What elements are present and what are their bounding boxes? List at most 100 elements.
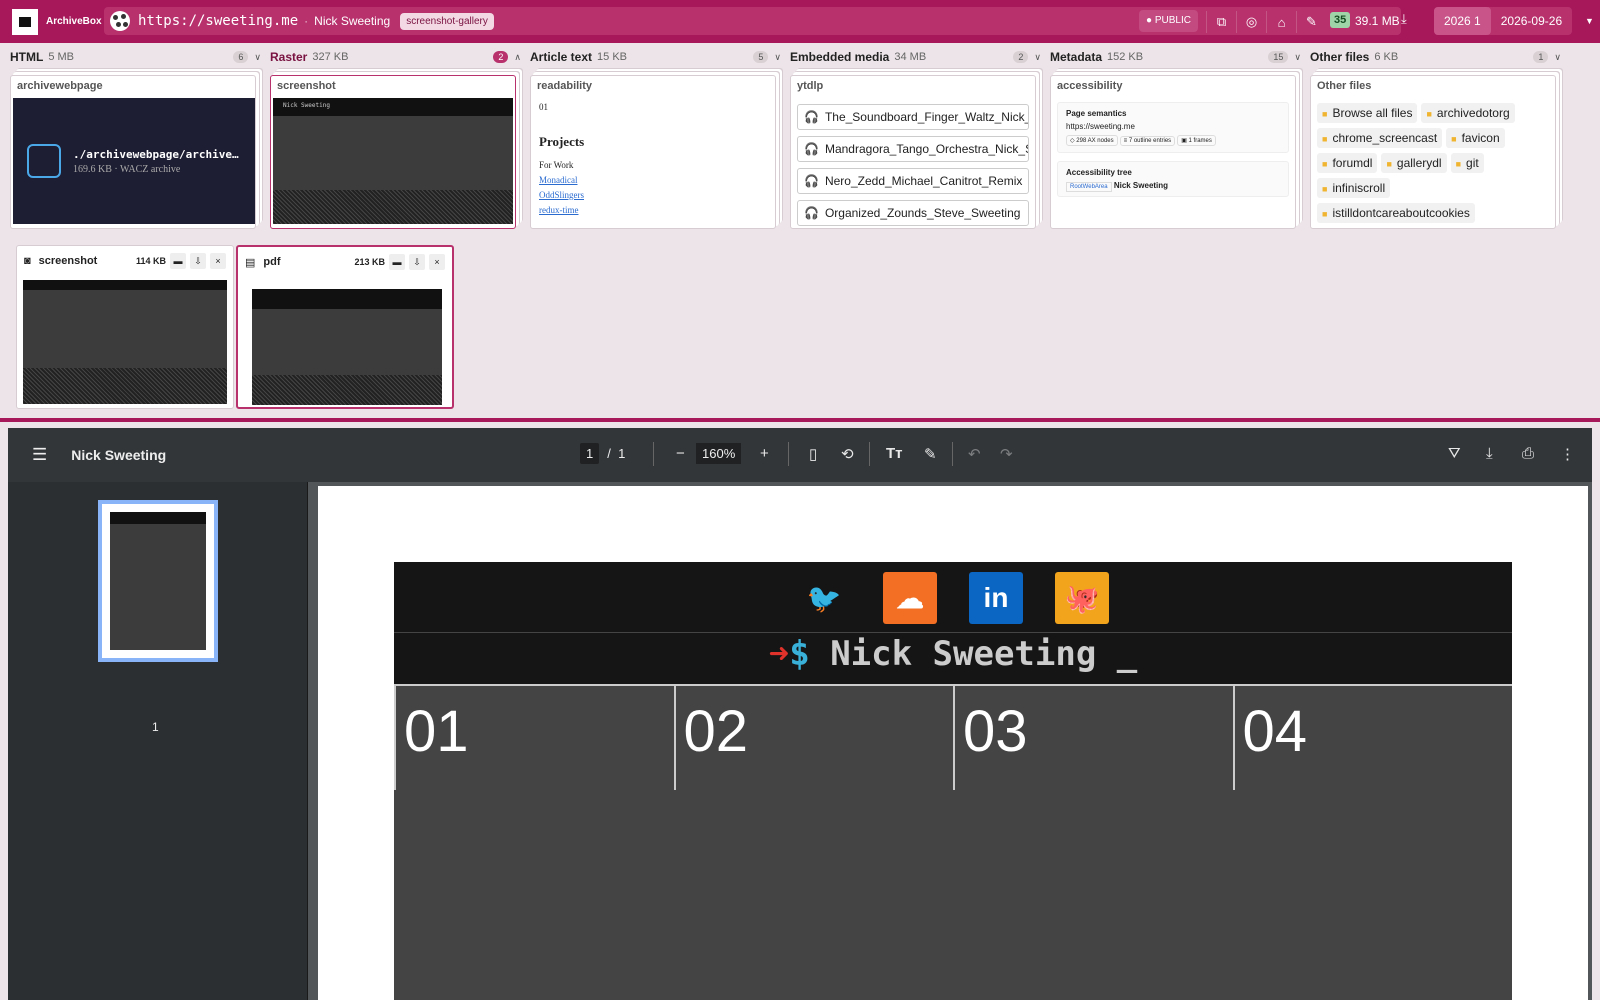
linkedin-icon[interactable]: in [969,572,1023,624]
folder-item[interactable]: favicon [1446,128,1505,148]
download-icon[interactable]: ⤓ [1486,445,1493,462]
screenshot-thumbnail[interactable]: Nick Sweeting [273,98,513,224]
chevron-down-icon[interactable]: ∨ [1034,52,1041,63]
page-input[interactable]: 1 [580,443,600,464]
folder-icon[interactable]: ▬ [389,254,405,270]
column-header[interactable]: Article text 15 KB 5 ∨ [526,43,785,71]
expand-caret-icon[interactable]: ▼ [1585,16,1594,26]
snapshot-date[interactable]: 2026-09-26 [1491,14,1572,28]
page-semantics-box: Page semantics https://sweeting.me ◇ 298… [1057,102,1289,153]
column-header[interactable]: HTML 5 MB 6 ∨ [6,43,265,71]
headphones-icon: 🎧 [804,206,819,220]
viewer-toolbar: ☰ Nick Sweeting 1 / 1 − 160% + ▯ ⟲ Tт ✎ … [8,428,1592,482]
close-icon[interactable]: × [210,253,226,269]
year-selector[interactable]: 2026 1 [1434,7,1491,35]
column-header[interactable]: Metadata 152 KB 15 ∨ [1046,43,1305,71]
text-icon[interactable]: Tт [886,445,903,462]
github-icon[interactable]: 🐙 [1055,572,1109,624]
copy-icon[interactable]: ⧉ [1206,11,1236,33]
readability-card[interactable]: readability 01 Projects For Work Monadic… [530,75,776,229]
zoom-level[interactable]: 160% [696,443,742,464]
accessibility-tree-box: Accessibility tree RootWebArea Nick Swee… [1057,161,1289,197]
close-icon[interactable]: × [429,254,445,270]
folder-item[interactable]: Browse all files [1317,103,1418,123]
media-item[interactable]: 🎧 Organized_Zounds_Steve_Sweeting [797,200,1029,226]
pdf-output-card[interactable]: ▤ pdf 213 KB ▬ ⇩ × [236,245,454,409]
screenshot-preview[interactable] [23,280,227,404]
annotate-icon[interactable]: ⛛ [1448,445,1461,462]
article-link[interactable]: OddSlingers [539,190,767,200]
project-tile[interactable]: 01 [394,684,674,790]
fit-page-icon[interactable]: ▯ [809,445,817,463]
folder-item[interactable]: istilldontcareaboutcookies [1317,203,1475,223]
readability-preview: 01 Projects For Work Monadical OddSlinge… [531,96,775,221]
folder-item[interactable]: infiniscroll [1317,178,1391,198]
count-badge: 5 [753,51,769,63]
public-toggle-button[interactable]: ● PUBLIC [1139,10,1198,32]
screenshot-card[interactable]: screenshot Nick Sweeting [270,75,516,229]
download-icon[interactable]: ⇩ [190,253,206,269]
url-separator: · [304,14,309,28]
accessibility-card[interactable]: accessibility Page semantics https://swe… [1050,75,1296,229]
tag-badge[interactable]: screenshot-gallery [400,12,494,30]
output-size: 213 KB [354,257,385,267]
column-html: HTML 5 MB 6 ∨ archivewebpage ./archivewebpa… [6,43,265,237]
column-header[interactable]: Raster 327 KB 2 ∧ [266,43,525,71]
zoom-in-icon[interactable]: + [760,445,769,462]
chevron-down-icon[interactable]: ∨ [1294,52,1301,63]
chevron-down-icon[interactable]: ∨ [254,52,261,63]
chevron-down-icon[interactable]: ∨ [1554,52,1561,63]
chevron-up-icon[interactable]: ∧ [514,52,521,63]
pdf-viewer: ☰ Nick Sweeting 1 / 1 − 160% + ▯ ⟲ Tт ✎ … [8,428,1592,1000]
globe-icon[interactable]: ◎ [1236,11,1266,33]
folder-item[interactable]: git [1450,153,1484,173]
download-icon[interactable]: ⤓ [1401,11,1407,27]
media-item[interactable]: 🎧 Nero_Zedd_Michael_Canitrot_Remix [797,168,1029,194]
soundcloud-icon[interactable]: ☁ [883,572,937,624]
twitter-icon[interactable]: 🐦 [797,572,851,624]
folder-item[interactable]: forumdl [1317,153,1378,173]
folder-icon[interactable]: ▬ [170,253,186,269]
count-badge: 6 [233,51,249,63]
archive-org-icon[interactable]: ⌂ [1266,11,1296,33]
document-title: Nick Sweeting [71,447,167,463]
print-icon[interactable]: ⎙ [1522,445,1534,462]
page-navigator: 1 / 1 [580,443,625,464]
page-content: 🐦 ☁ in 🐙 ➜$ Nick Sweeting _ 01 02 03 04 [394,562,1512,1000]
project-tile[interactable]: 03 [953,684,1233,790]
screenshot-output-card[interactable]: ◙ screenshot 114 KB ▬ ⇩ × [16,245,234,409]
edit-icon[interactable]: ✎ [1296,11,1326,33]
zoom-out-icon[interactable]: − [676,445,685,462]
archivewebpage-card[interactable]: archivewebpage ./archivewebpage/archivew… [10,75,256,229]
output-name: pdf [263,256,281,268]
folder-item[interactable]: chrome_screencast [1317,128,1443,148]
card-title: accessibility [1057,80,1123,92]
ytdlp-card[interactable]: ytdlp 🎧The_Soundboard_Finger_Waltz_Nick_… [790,75,1036,229]
article-link[interactable]: redux-time [539,205,767,215]
rotate-icon[interactable]: ⟲ [841,445,854,463]
project-tile[interactable]: 04 [1232,684,1512,790]
archivebox-logo-icon[interactable] [12,8,38,35]
folder-item[interactable]: archivedotorg [1421,103,1515,123]
menu-icon[interactable]: ☰ [32,445,47,465]
undo-icon[interactable]: ↶ [968,445,981,463]
redo-icon[interactable]: ↷ [1000,445,1013,463]
column-header[interactable]: Other files 6 KB 1 ∨ [1306,43,1565,71]
wacz-preview[interactable]: ./archivewebpage/archivewebpage.wacz 169… [13,98,255,224]
download-icon[interactable]: ⇩ [409,254,425,270]
media-item[interactable]: 🎧The_Soundboard_Finger_Waltz_Nick_Sweeti… [797,104,1029,130]
column-header[interactable]: Embedded media 34 MB 2 ∨ [786,43,1045,71]
draw-icon[interactable]: ✎ [924,445,937,463]
media-item[interactable]: 🎧Mandragora_Tango_Orchestra_Nick_Sweetin… [797,136,1029,162]
pdf-preview[interactable] [244,281,448,405]
chevron-down-icon[interactable]: ∨ [774,52,781,63]
snapshot-url[interactable]: https://sweeting.me [138,13,298,29]
page-thumbnail[interactable] [98,500,218,662]
more-options-icon[interactable]: ⋮ [1560,445,1575,463]
project-tile[interactable]: 02 [673,684,953,790]
article-link[interactable]: Monadical [539,175,767,185]
other-files-card[interactable]: Other files Browse all files archivedoto… [1310,75,1556,229]
date-selector[interactable]: 2026 1 2026-09-26 [1434,7,1573,35]
folder-item[interactable]: gallerydl [1381,153,1447,173]
column-article-text: Article text 15 KB 5 ∨ readability 01 Proje… [526,43,785,237]
